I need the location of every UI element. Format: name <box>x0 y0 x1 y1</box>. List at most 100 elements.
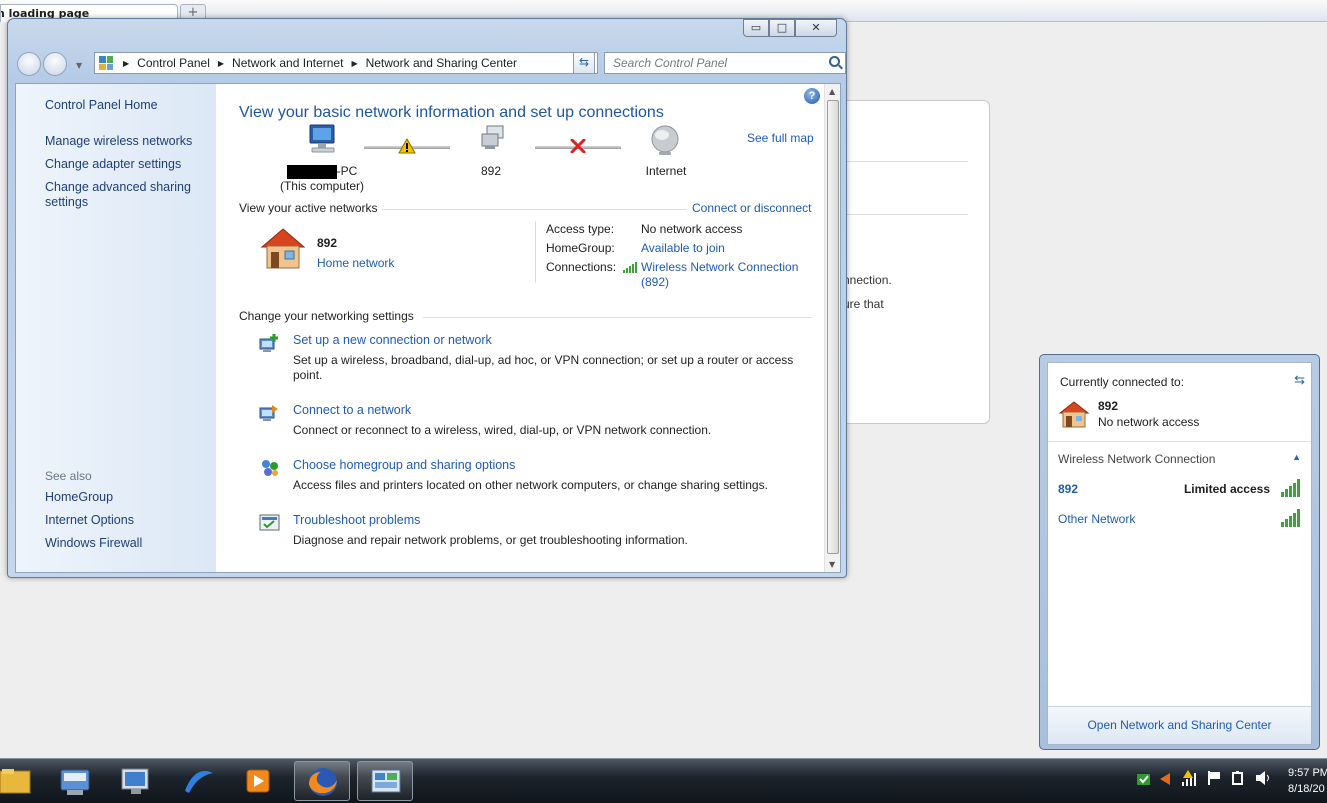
alert-icon[interactable] <box>1158 771 1172 787</box>
divider <box>846 161 968 162</box>
setup-connection-link[interactable]: Set up a new connection or network <box>293 333 492 347</box>
wireless-connection-link[interactable]: Wireless Network Connection <box>641 260 798 274</box>
computer-label: -PC <box>282 164 362 179</box>
warning-icon[interactable] <box>398 138 416 154</box>
network-device-icon[interactable] <box>478 124 510 156</box>
wifi-network-892[interactable]: 892 <box>1058 482 1078 496</box>
control-panel-icon <box>371 769 401 793</box>
recent-pages-dropdown-icon[interactable]: ▼ <box>76 61 82 70</box>
clock-date: 8/18/20 <box>1288 783 1325 795</box>
power-icon[interactable] <box>1230 770 1246 786</box>
active-network-name: 892 <box>317 236 338 250</box>
address-bar[interactable]: ▶ Control Panel ▶ Network and Internet ▶… <box>94 52 598 74</box>
wifi-signal-icon[interactable] <box>1182 769 1198 787</box>
sidebar-item-internet-options[interactable]: Internet Options <box>45 513 134 528</box>
keyboard-icon <box>60 769 90 795</box>
breadcrumb-network-sharing-center[interactable]: Network and Sharing Center <box>366 56 517 70</box>
homegroup-options-description: Access files and printers located on oth… <box>293 478 768 492</box>
internet-node-label: Internet <box>645 164 687 178</box>
vertical-scrollbar[interactable]: ▲ ▼ <box>824 84 840 572</box>
troubleshoot-description: Diagnose and repair network problems, or… <box>293 533 688 547</box>
scroll-down-icon[interactable]: ▼ <box>829 560 835 569</box>
search-icon[interactable] <box>829 56 840 67</box>
breadcrumb-network-and-internet[interactable]: Network and Internet <box>232 56 343 70</box>
wireless-connection-link-ssid[interactable]: (892) <box>641 275 669 289</box>
computer-icon[interactable] <box>304 123 340 155</box>
divider <box>423 317 811 318</box>
sidebar-item-homegroup[interactable]: HomeGroup <box>45 490 113 505</box>
connect-network-description: Connect or reconnect to a wireless, wire… <box>293 423 712 437</box>
explorer-taskbar-button[interactable] <box>0 761 44 801</box>
chevron-right-icon[interactable]: ▶ <box>123 59 129 68</box>
signal-bars-icon <box>623 262 637 273</box>
home-network-icon <box>260 228 306 269</box>
system-clock[interactable]: 9:57 PM 8/18/20 <box>1288 765 1327 797</box>
active-networks-heading: View your active networks <box>239 201 378 215</box>
firefox-taskbar-button[interactable] <box>294 761 350 801</box>
troubleshoot-link[interactable]: Troubleshoot problems <box>293 513 420 527</box>
chevron-right-icon[interactable]: ▶ <box>351 59 357 68</box>
internet-globe-icon[interactable] <box>648 124 682 158</box>
flyout-panel: Currently connected to: ⇆ 892 No network… <box>1047 362 1312 745</box>
media-app-button[interactable] <box>171 761 227 801</box>
background-text: ure that <box>843 297 884 311</box>
background-text: nnection. <box>843 273 892 287</box>
back-button[interactable] <box>17 52 41 76</box>
open-sharing-center-link[interactable]: Open Network and Sharing Center <box>1048 706 1311 744</box>
sidebar-item-manage-wireless[interactable]: Manage wireless networks <box>45 134 192 149</box>
keyboard-app-button[interactable] <box>47 761 103 801</box>
sidebar-item-control-panel-home[interactable]: Control Panel Home <box>45 98 158 113</box>
connect-network-link[interactable]: Connect to a network <box>293 403 411 417</box>
clock-time: 9:57 PM <box>1288 767 1327 779</box>
computer-sublabel: (This computer) <box>279 179 365 193</box>
control-panel-taskbar-button[interactable] <box>357 761 413 801</box>
minimize-button[interactable]: ▭ <box>743 19 769 37</box>
home-network-icon <box>1058 401 1090 428</box>
homegroup-label: HomeGroup: <box>546 241 615 255</box>
setup-connection-description: Set up a wireless, broadband, dial-up, a… <box>293 353 794 382</box>
chevron-up-icon[interactable]: ▲ <box>1292 452 1301 462</box>
divider <box>535 221 536 283</box>
control-panel-icon <box>99 56 113 70</box>
connect-disconnect-link[interactable]: Connect or disconnect <box>692 201 811 215</box>
main-panel: ? View your basic network information an… <box>216 84 826 572</box>
network-app-button[interactable] <box>108 761 164 801</box>
home-network-link[interactable]: Home network <box>317 256 394 270</box>
divider <box>846 214 968 215</box>
divider <box>1048 441 1311 442</box>
sidebar: Control Panel Home Manage wireless netwo… <box>16 84 216 572</box>
scroll-up-icon[interactable]: ▲ <box>829 87 835 96</box>
forward-button[interactable] <box>43 52 67 76</box>
refresh-button[interactable]: ⇆ <box>573 52 595 74</box>
see-full-map-link[interactable]: See full map <box>747 131 814 145</box>
window-content: Control Panel Home Manage wireless netwo… <box>15 83 841 573</box>
homegroup-link[interactable]: Available to join <box>641 241 725 255</box>
error-x-icon[interactable] <box>570 139 586 153</box>
volume-icon[interactable] <box>1254 770 1272 786</box>
media-player-button[interactable] <box>231 761 287 801</box>
page-title: View your basic network information and … <box>239 104 664 121</box>
flag-icon[interactable] <box>1206 770 1222 786</box>
close-button[interactable]: ✕ <box>795 19 837 37</box>
scrollbar-thumb[interactable] <box>827 100 839 554</box>
search-input[interactable]: Search Control Panel <box>604 52 846 74</box>
chevron-right-icon[interactable]: ▶ <box>218 59 224 68</box>
troubleshoot-icon <box>259 514 280 531</box>
wifi-network-other[interactable]: Other Network <box>1058 512 1135 526</box>
play-icon <box>246 769 270 793</box>
flyout-network-status: No network access <box>1098 415 1200 429</box>
homegroup-options-link[interactable]: Choose homegroup and sharing options <box>293 458 515 472</box>
shield-check-icon[interactable] <box>1136 771 1152 787</box>
signal-bars-icon <box>1281 479 1300 497</box>
help-icon[interactable]: ? <box>804 88 820 104</box>
sidebar-item-change-adapter[interactable]: Change adapter settings <box>45 157 181 172</box>
maximize-button[interactable]: □ <box>769 19 795 37</box>
swirl-icon <box>185 770 213 793</box>
sidebar-item-advanced-sharing[interactable]: Change advanced sharing settings <box>45 180 195 210</box>
search-placeholder: Search Control Panel <box>613 56 728 70</box>
breadcrumb-control-panel[interactable]: Control Panel <box>137 56 210 70</box>
refresh-icon[interactable]: ⇆ <box>1294 372 1305 388</box>
sidebar-item-windows-firewall[interactable]: Windows Firewall <box>45 536 142 551</box>
connect-network-icon <box>259 405 278 421</box>
monitor-icon <box>121 768 149 794</box>
